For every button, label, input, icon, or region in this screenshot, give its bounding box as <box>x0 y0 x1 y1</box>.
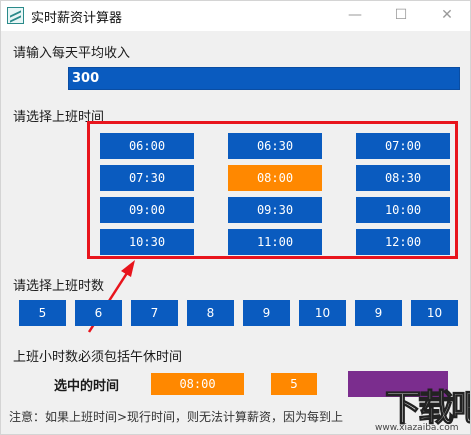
hours-option-9b[interactable]: 9 <box>355 300 402 326</box>
hours-note: 上班小时数必须包括午休时间 <box>13 350 183 365</box>
selected-hours-display: 5 <box>271 373 317 395</box>
hours-option-7[interactable]: 7 <box>131 300 178 326</box>
watermark-logo: 下载吧 www.xiazaiba.com <box>341 373 470 434</box>
hours-option-8[interactable]: 8 <box>187 300 234 326</box>
app-window: 实时薪资计算器 — ☐ ✕ 请输入每天平均收入 请选择上班时间 06:00 06… <box>0 0 471 435</box>
selected-time-label: 选中的时间 <box>54 379 120 394</box>
hours-option-10[interactable]: 10 <box>299 300 346 326</box>
hours-option-5[interactable]: 5 <box>19 300 66 326</box>
hours-option-9[interactable]: 9 <box>243 300 290 326</box>
annotation-arrow-icon <box>87 260 135 333</box>
hours-option-6[interactable]: 6 <box>75 300 122 326</box>
hours-option-10b[interactable]: 10 <box>411 300 458 326</box>
watermark-url: www.xiazaiba.com <box>375 423 459 433</box>
work-hours-label: 请选择上班时数 <box>13 279 105 294</box>
selected-time-display: 08:00 <box>151 373 244 395</box>
footer-note: 注意：如果上班时间>现行时间，则无法计算薪资，因为每到上 <box>9 410 344 424</box>
